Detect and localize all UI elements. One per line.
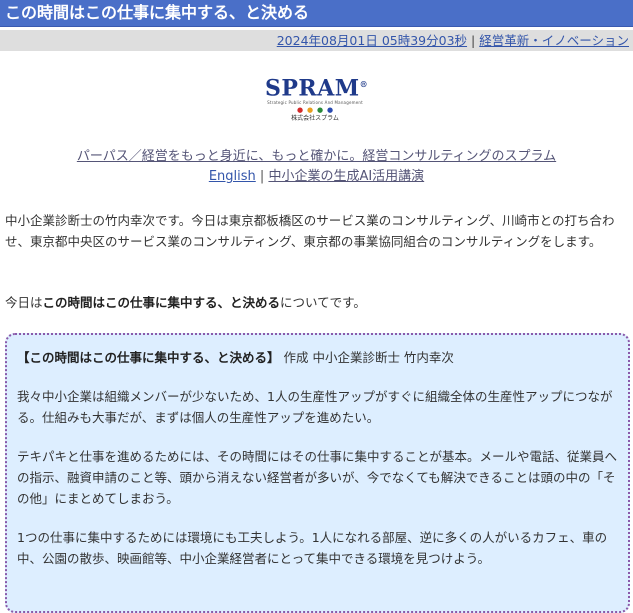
post-datetime-link[interactable]: 2024年08月01日 05時39分03秒 (277, 33, 467, 48)
site-tagline: パーパス／経営をもっと身近に、もっと確かに。経営コンサルティングのスプラム (0, 148, 633, 166)
article-heading-author: 作成 中小企業診断士 竹内幸次 (279, 350, 454, 365)
category-link[interactable]: 経営革新・イノベーション (479, 33, 629, 48)
intro-paragraph: 中小企業診断士の竹内幸次です。今日は東京都板橋区のサービス業のコンサルティング、… (5, 213, 615, 249)
article-body: 【この時間はこの仕事に集中する、と決める】 作成 中小企業診断士 竹内幸次 我々… (17, 347, 617, 587)
site-links: English | 中小企業の生成AI活用講演 (0, 168, 633, 186)
logo-dots: ● ● ● ● (265, 106, 365, 114)
page-title: この時間はこの仕事に集中する、と決める (5, 3, 310, 22)
ai-course-link[interactable]: 中小企業の生成AI活用講演 (268, 169, 424, 184)
today-topic-title: この時間はこの仕事に集中する、と決める (42, 295, 281, 310)
logo-dot-red: ● (296, 106, 304, 115)
meta-bar: 2024年08月01日 05時39分03秒 | 経営革新・イノベーション (0, 30, 633, 51)
logo-dot-green: ● (316, 106, 324, 115)
english-link[interactable]: English (209, 169, 256, 184)
article-heading: 【この時間はこの仕事に集中する、と決める】 作成 中小企業診断士 竹内幸次 (17, 347, 617, 368)
logo-wordmark: SPRAM® (265, 75, 369, 102)
article-title-bar: この時間はこの仕事に集中する、と決める (0, 0, 633, 27)
article-heading-title: 【この時間はこの仕事に集中する、と決める】 (17, 350, 280, 365)
article-paragraph: 我々中小企業は組織メンバーが少ないため、1人の生産性アップがすぐに組織全体の生産… (17, 389, 613, 425)
article-paragraph: テキパキと仕事を進めるためには、その時間にはその仕事に集中することが基本。メール… (17, 449, 618, 506)
company-logo[interactable]: SPRAM® Strategic Public Relations And Ma… (265, 72, 369, 132)
today-topic: 今日はこの時間はこの仕事に集中する、と決めるについてです。 (5, 294, 627, 312)
meta-info: 2024年08月01日 05時39分03秒 | 経営革新・イノベーション (277, 32, 629, 49)
article-box: 【この時間はこの仕事に集中する、と決める】 作成 中小企業診断士 竹内幸次 我々… (5, 333, 630, 613)
logo-dot-orange: ● (306, 106, 314, 115)
today-prefix: 今日は (5, 295, 43, 310)
logo-company-name: 株式会社スプラム (291, 115, 339, 123)
today-suffix: についてです。 (280, 295, 366, 310)
tagline-link[interactable]: パーパス／経営をもっと身近に、もっと確かに。経営コンサルティングのスプラム (77, 149, 556, 164)
article-paragraph: 1つの仕事に集中するためには環境にも工夫しよう。1人になれる部屋、逆に多くの人が… (17, 530, 608, 566)
logo-dot-blue: ● (326, 106, 334, 115)
meta-separator: | (471, 33, 476, 48)
links-separator: | (259, 169, 265, 184)
